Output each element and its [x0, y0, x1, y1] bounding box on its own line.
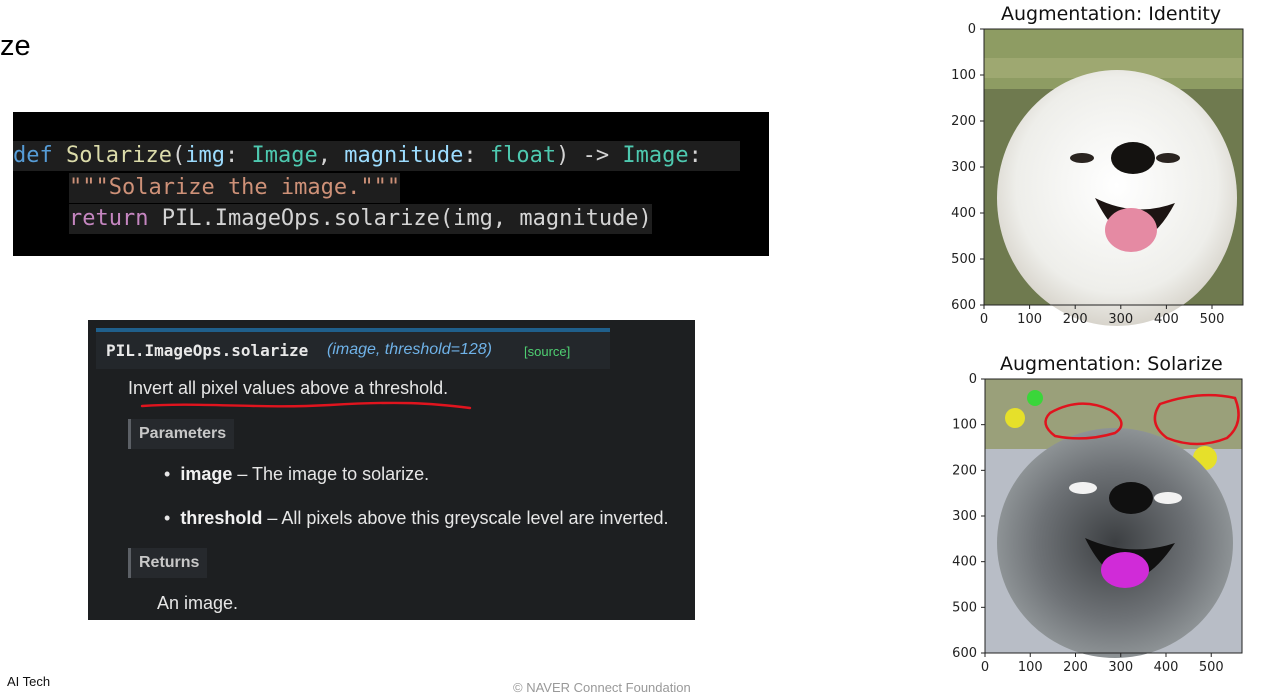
x-tick-label: 500: [1200, 312, 1225, 327]
code-line-return: return PIL.ImageOps.solarize(img, magnit…: [69, 204, 652, 234]
y-tick-label: 400: [951, 206, 976, 221]
dog-eye-right: [1156, 153, 1180, 163]
y-tick-label: 300: [952, 509, 977, 524]
param-name: image: [180, 464, 233, 484]
x-tick-label: 500: [1199, 660, 1224, 675]
code-line-def: def Solarize(img: Image, magnitude: floa…: [13, 141, 740, 171]
code-function-name: Solarize: [66, 143, 172, 168]
code-lparen: (: [171, 143, 186, 168]
returns-text: An image.: [157, 593, 239, 613]
footer-copyright: © NAVER Connect Foundation: [513, 680, 691, 695]
dog-eye-left: [1069, 482, 1097, 494]
code-docstring: """Solarize the image.""": [69, 175, 401, 200]
x-tick-label: 0: [981, 660, 989, 675]
code-arg-magnitude: magnitude: [344, 143, 464, 168]
x-tick-label: 100: [1018, 660, 1043, 675]
code-return-type: Image: [622, 143, 689, 168]
y-tick-label: 200: [951, 114, 976, 129]
code-colon: :: [463, 143, 490, 168]
x-tick-label: 200: [1063, 660, 1088, 675]
dog-nose: [1109, 482, 1153, 514]
x-tick-label: 400: [1154, 660, 1179, 675]
returns-header: Returns: [128, 548, 208, 578]
y-tick-label: 500: [951, 252, 976, 267]
code-type-image: Image: [251, 143, 318, 168]
y-tick-label: 600: [952, 646, 977, 661]
photo-green-patch: [1027, 390, 1043, 406]
code-keyword-def: def: [13, 143, 53, 168]
code-colon: :: [688, 143, 702, 168]
param-desc: – The image to solarize.: [232, 464, 430, 484]
slide-title-fragment: ze: [0, 30, 31, 62]
red-underline-annotation: [140, 401, 472, 410]
photo-yellow-patch: [1005, 408, 1025, 428]
code-line-docstring: """Solarize the image.""": [69, 173, 401, 203]
y-tick-label: 0: [969, 372, 977, 387]
y-tick-label: 600: [951, 298, 976, 313]
y-tick-label: 200: [952, 463, 977, 478]
code-comma: ,: [317, 143, 345, 168]
identity-photo: [984, 29, 1243, 326]
signature-function: PIL.ImageOps.solarize: [106, 341, 309, 360]
x-tick-label: 300: [1108, 660, 1133, 675]
identity-plot: 0 100 200 300 400 500 0 100 200 300 400 500 600: [951, 22, 1244, 327]
parameters-header: Parameters: [128, 419, 235, 449]
dog-nose: [1111, 142, 1155, 174]
x-tick-label: 300: [1108, 312, 1133, 327]
dog-eye-left: [1070, 153, 1094, 163]
y-tick-label: 300: [951, 160, 976, 175]
code-snippet-panel: def Solarize(img: Image, magnitude: floa…: [13, 112, 769, 256]
y-tick-label: 100: [952, 418, 977, 433]
dog-tongue: [1105, 208, 1157, 252]
x-tick-label: 100: [1017, 312, 1042, 327]
x-tick-label: 400: [1154, 312, 1179, 327]
y-tick-label: 500: [952, 600, 977, 615]
dog-fur-solarized: [997, 428, 1233, 658]
code-type-float: float: [489, 143, 557, 168]
dog-tongue: [1101, 552, 1149, 588]
code-return-arrow: ) ->: [556, 143, 623, 168]
api-doc-panel: PIL.ImageOps.solarize (image, threshold=…: [88, 320, 695, 620]
signature-bar: PIL.ImageOps.solarize (image, threshold=…: [96, 328, 610, 369]
param-item-threshold: • threshold – All pixels above this grey…: [164, 508, 669, 528]
y-tick-label: 0: [968, 22, 976, 37]
x-tick-label: 0: [980, 312, 988, 327]
solarize-plot: 0 100 200 300 400 500 0 100 200 300 400 500 600: [952, 372, 1243, 675]
underline-stroke: [140, 401, 472, 410]
y-tick-label: 100: [951, 68, 976, 83]
x-tick-label: 200: [1063, 312, 1088, 327]
code-return-expression: PIL.ImageOps.solarize(img, magnitude): [148, 206, 652, 231]
source-link[interactable]: [source]: [524, 344, 570, 359]
dog-fur: [997, 70, 1237, 326]
param-name: threshold: [180, 508, 263, 528]
code-keyword-return: return: [69, 206, 149, 231]
signature-args: (image, threshold=128): [327, 341, 492, 358]
code-colon: :: [224, 143, 252, 168]
param-item-image: • image – The image to solarize.: [164, 464, 430, 484]
y-tick-label: 400: [952, 555, 977, 570]
solarize-photo: [985, 379, 1242, 658]
doc-description: Invert all pixel values above a threshol…: [128, 378, 449, 398]
dog-eye-right: [1154, 492, 1182, 504]
code-arg-img: img: [185, 143, 225, 168]
param-desc: – All pixels above this greyscale level …: [262, 508, 669, 528]
